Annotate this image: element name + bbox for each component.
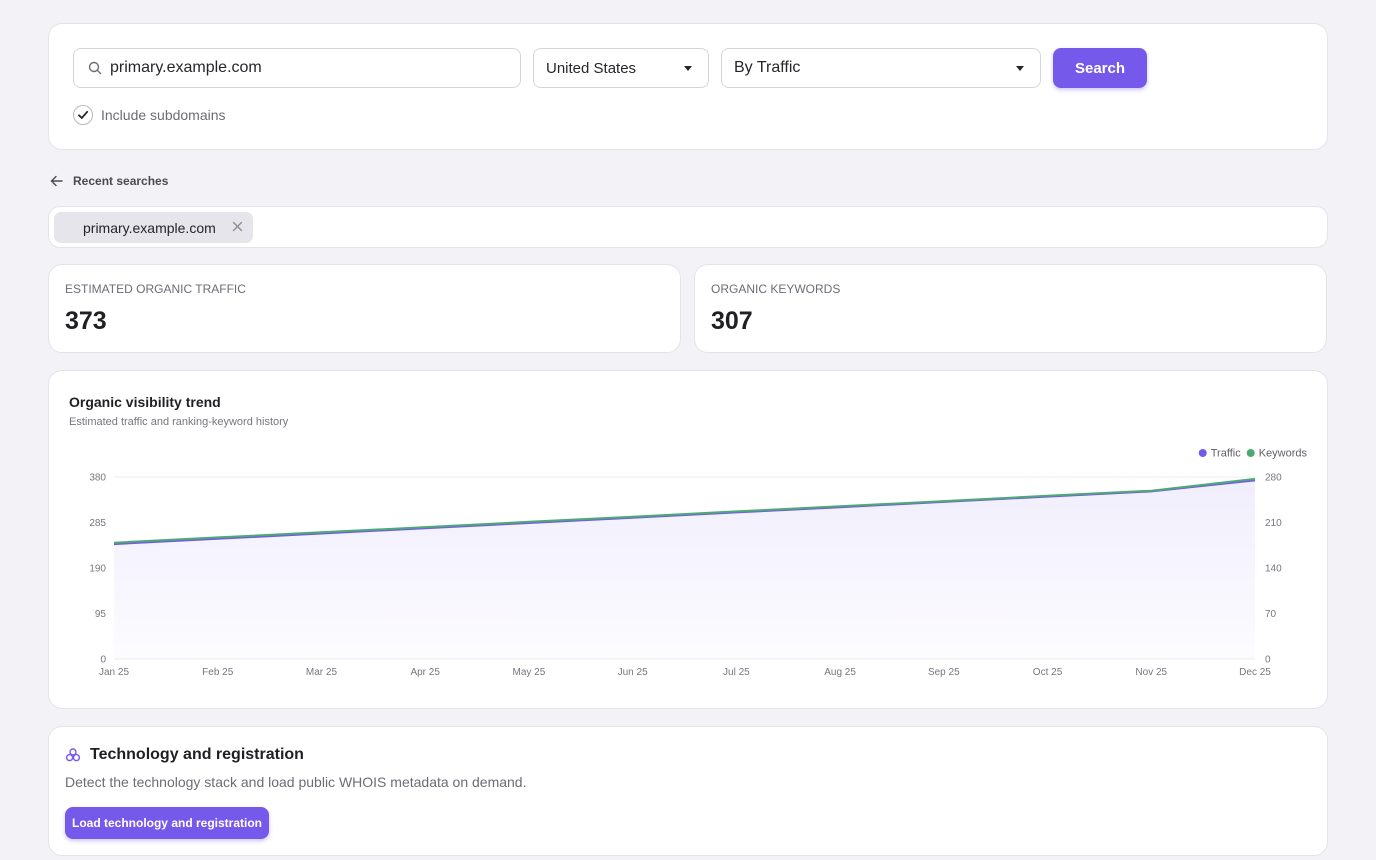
x-tick-label: Mar 25 — [306, 667, 338, 678]
metric-label: ESTIMATED ORGANIC TRAFFIC — [65, 282, 246, 296]
sort-select-value: By Traffic — [734, 59, 801, 76]
recent-searches-bar: primary.example.com — [48, 206, 1328, 248]
include-subdomains-label: Include subdomains — [101, 107, 226, 123]
search-icon — [88, 61, 102, 75]
x-tick-label: Jul 25 — [723, 667, 750, 678]
technology-header: Technology and registration — [65, 746, 304, 764]
x-tick-label: Aug 25 — [824, 667, 856, 678]
x-tick-label: Feb 25 — [202, 667, 234, 678]
y-left-tick-label: 0 — [100, 655, 106, 666]
include-subdomains-checkbox[interactable] — [73, 105, 93, 125]
domain-search-field[interactable] — [73, 48, 521, 88]
recent-search-chip-label: primary.example.com — [83, 219, 216, 236]
visibility-trend-chart-card: Organic visibility trend Estimated traff… — [48, 370, 1328, 709]
x-tick-label: Sep 25 — [928, 667, 960, 678]
y-left-tick-label: 380 — [89, 473, 106, 484]
checkmark-icon — [78, 110, 89, 119]
country-select-value: United States — [546, 59, 637, 77]
metric-value: 307 — [711, 307, 753, 335]
x-tick-label: Dec 25 — [1239, 667, 1271, 678]
x-tick-label: Jun 25 — [618, 667, 648, 678]
metric-value: 373 — [65, 307, 107, 335]
legend-label-traffic: Traffic — [1211, 448, 1241, 460]
load-technology-button[interactable]: Load technology and registration — [65, 807, 269, 839]
stack-icon — [65, 747, 81, 763]
y-right-tick-label: 70 — [1265, 609, 1277, 620]
x-tick-label: Jan 25 — [99, 667, 129, 678]
metric-label: ORGANIC KEYWORDS — [711, 282, 841, 296]
country-select[interactable]: United States — [533, 48, 709, 88]
technology-registration-card: Technology and registration Detect the t… — [48, 726, 1328, 856]
traffic-area — [114, 480, 1255, 659]
recent-searches-label: Recent searches — [73, 174, 169, 188]
close-icon[interactable] — [231, 220, 244, 233]
x-tick-label: May 25 — [513, 667, 546, 678]
y-right-tick-label: 210 — [1265, 518, 1282, 529]
recent-search-chip[interactable]: primary.example.com — [54, 212, 253, 243]
metric-card-organic-traffic: ESTIMATED ORGANIC TRAFFIC 373 — [48, 264, 681, 353]
technology-description: Detect the technology stack and load pub… — [65, 774, 527, 790]
legend-dot-keywords — [1246, 449, 1255, 457]
sort-select[interactable]: By Traffic — [721, 48, 1041, 88]
include-subdomains-toggle[interactable]: Include subdomains — [73, 105, 226, 125]
x-tick-label: Nov 25 — [1135, 667, 1167, 678]
recent-searches-toggle[interactable]: Recent searches — [50, 174, 168, 188]
domain-input[interactable] — [110, 59, 490, 77]
legend-label-keywords: Keywords — [1259, 448, 1308, 460]
y-right-tick-label: 0 — [1265, 655, 1271, 666]
search-button[interactable]: Search — [1053, 48, 1147, 88]
caret-down-icon — [684, 66, 692, 71]
visibility-trend-chart: 0 0 95 70 190 140 285 210 380 280 Jan 25 Feb 25 Mar … — [89, 448, 1308, 679]
y-left-tick-label: 95 — [95, 609, 107, 620]
metric-card-organic-keywords: ORGANIC KEYWORDS 307 — [694, 264, 1327, 353]
arrow-left-icon — [50, 175, 63, 187]
technology-title: Technology and registration — [90, 746, 304, 763]
y-left-tick-label: 190 — [89, 564, 106, 575]
y-right-tick-label: 140 — [1265, 564, 1282, 575]
x-tick-label: Apr 25 — [410, 667, 440, 678]
x-tick-label: Oct 25 — [1033, 667, 1063, 678]
y-right-tick-label: 280 — [1265, 473, 1282, 484]
legend-dot-traffic — [1198, 449, 1207, 457]
y-left-tick-label: 285 — [89, 518, 106, 529]
caret-down-icon — [1016, 66, 1024, 71]
search-panel: United States By Traffic Search Include … — [48, 23, 1328, 150]
